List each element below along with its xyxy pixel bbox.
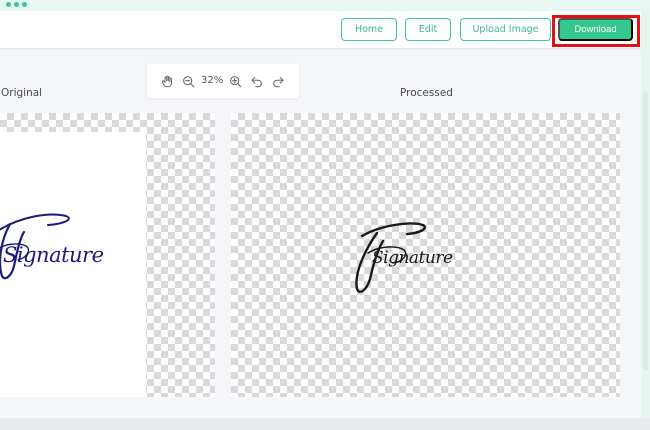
hand-icon[interactable] (159, 73, 175, 89)
vertical-scrollbar[interactable] (641, 11, 650, 418)
original-signature-text: Signature (3, 243, 104, 267)
window-dot (14, 2, 19, 7)
home-button[interactable]: Home (341, 18, 397, 41)
window-dot (22, 2, 27, 7)
window-dot (6, 2, 11, 7)
upload-image-button[interactable]: Upload Image (460, 18, 551, 41)
processed-label: Processed (400, 87, 453, 99)
undo-icon[interactable] (248, 73, 264, 89)
scrollbar-thumb[interactable] (643, 91, 648, 371)
original-image: Signature (0, 132, 146, 397)
original-signature-icon: Signature (0, 213, 104, 280)
processed-signature-text: Signature (372, 248, 453, 268)
processed-signature-icon: Signature (355, 222, 453, 293)
window-top-strip (0, 0, 650, 11)
redo-icon[interactable] (270, 73, 286, 89)
zoom-level: 32% (201, 75, 224, 86)
processed-canvas: Signature (231, 113, 620, 397)
zoom-in-icon[interactable] (227, 73, 243, 89)
original-label: Original (1, 87, 43, 99)
edit-button[interactable]: Edit (405, 18, 451, 41)
download-button[interactable]: Download (558, 18, 633, 41)
zoom-out-icon[interactable] (180, 73, 196, 89)
app-header: Home Edit Upload Image Download (0, 11, 641, 49)
bottom-band (0, 418, 650, 430)
